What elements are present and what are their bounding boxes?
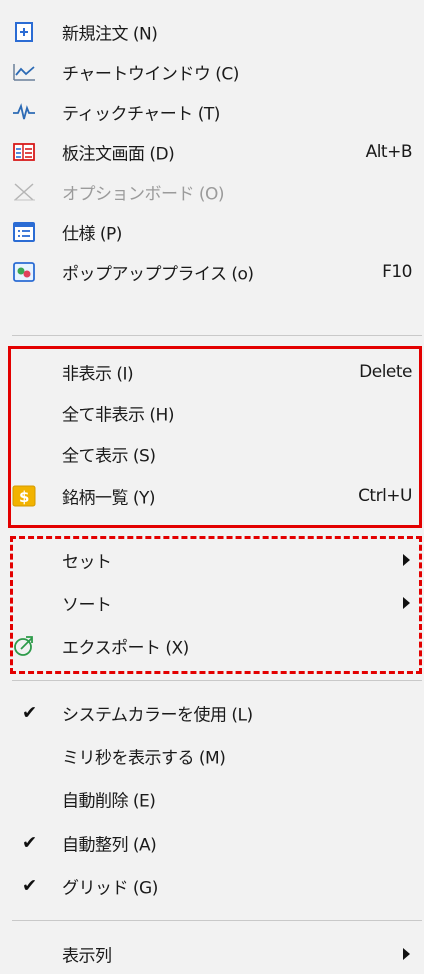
menu-item-chart-window[interactable]: チャートウインドウ (C)	[0, 52, 424, 92]
menu-item-label: チャートウインドウ (C)	[62, 64, 239, 85]
chart-window-icon	[12, 60, 36, 84]
menu-item-show-milliseconds[interactable]: ミリ秒を表示する (M)	[0, 736, 424, 776]
menu-item-label: オプションボード (O)	[62, 184, 225, 205]
menu-separator	[12, 335, 422, 336]
context-menu: 新規注文 (N) チャートウインドウ (C) ティックチャート (T) 板注文画…	[0, 0, 424, 974]
popup-price-icon	[12, 260, 36, 284]
new-order-icon	[12, 20, 36, 44]
menu-item-new-order[interactable]: 新規注文 (N)	[0, 12, 424, 52]
menu-separator	[12, 680, 422, 681]
menu-item-label: システムカラーを使用 (L)	[62, 705, 253, 726]
menu-item-popup-price[interactable]: ポップアッププライス (o) F10	[0, 252, 424, 292]
menu-item-label: グリッド (G)	[62, 878, 158, 899]
checkmark-icon: ✔	[22, 875, 37, 897]
menu-item-option-board: オプションボード (O)	[0, 172, 424, 212]
menu-item-order-board[interactable]: 板注文画面 (D) Alt+B	[0, 132, 424, 172]
menu-item-tick-chart[interactable]: ティックチャート (T)	[0, 92, 424, 132]
highlight-box-solid	[8, 346, 422, 528]
menu-item-label: 自動整列 (A)	[62, 835, 157, 856]
option-board-icon	[12, 180, 36, 204]
menu-item-specification[interactable]: 仕様 (P)	[0, 212, 424, 252]
menu-item-label: 新規注文 (N)	[62, 24, 158, 45]
menu-item-use-system-color[interactable]: ✔ システムカラーを使用 (L)	[0, 693, 424, 733]
menu-item-display-columns[interactable]: 表示列	[0, 934, 424, 974]
checkmark-icon: ✔	[22, 702, 37, 724]
menu-item-label: 仕様 (P)	[62, 224, 122, 245]
shortcut-label: F10	[382, 262, 412, 282]
tick-chart-icon	[12, 100, 36, 124]
menu-item-label: ティックチャート (T)	[62, 104, 220, 125]
highlight-box-dashed	[10, 536, 422, 674]
menu-separator	[12, 920, 422, 921]
menu-item-label: 表示列	[62, 946, 112, 967]
menu-item-grid[interactable]: ✔ グリッド (G)	[0, 866, 424, 906]
order-board-icon	[12, 140, 36, 164]
submenu-arrow-icon	[403, 948, 410, 960]
menu-item-auto-align[interactable]: ✔ 自動整列 (A)	[0, 823, 424, 863]
specification-icon	[12, 220, 36, 244]
shortcut-label: Alt+B	[365, 142, 413, 162]
menu-item-auto-delete[interactable]: 自動削除 (E)	[0, 779, 424, 819]
menu-item-label: 自動削除 (E)	[62, 791, 156, 812]
checkmark-icon: ✔	[22, 832, 37, 854]
menu-item-label: ミリ秒を表示する (M)	[62, 748, 226, 769]
menu-item-label: ポップアッププライス (o)	[62, 264, 254, 285]
menu-item-label: 板注文画面 (D)	[62, 144, 175, 165]
